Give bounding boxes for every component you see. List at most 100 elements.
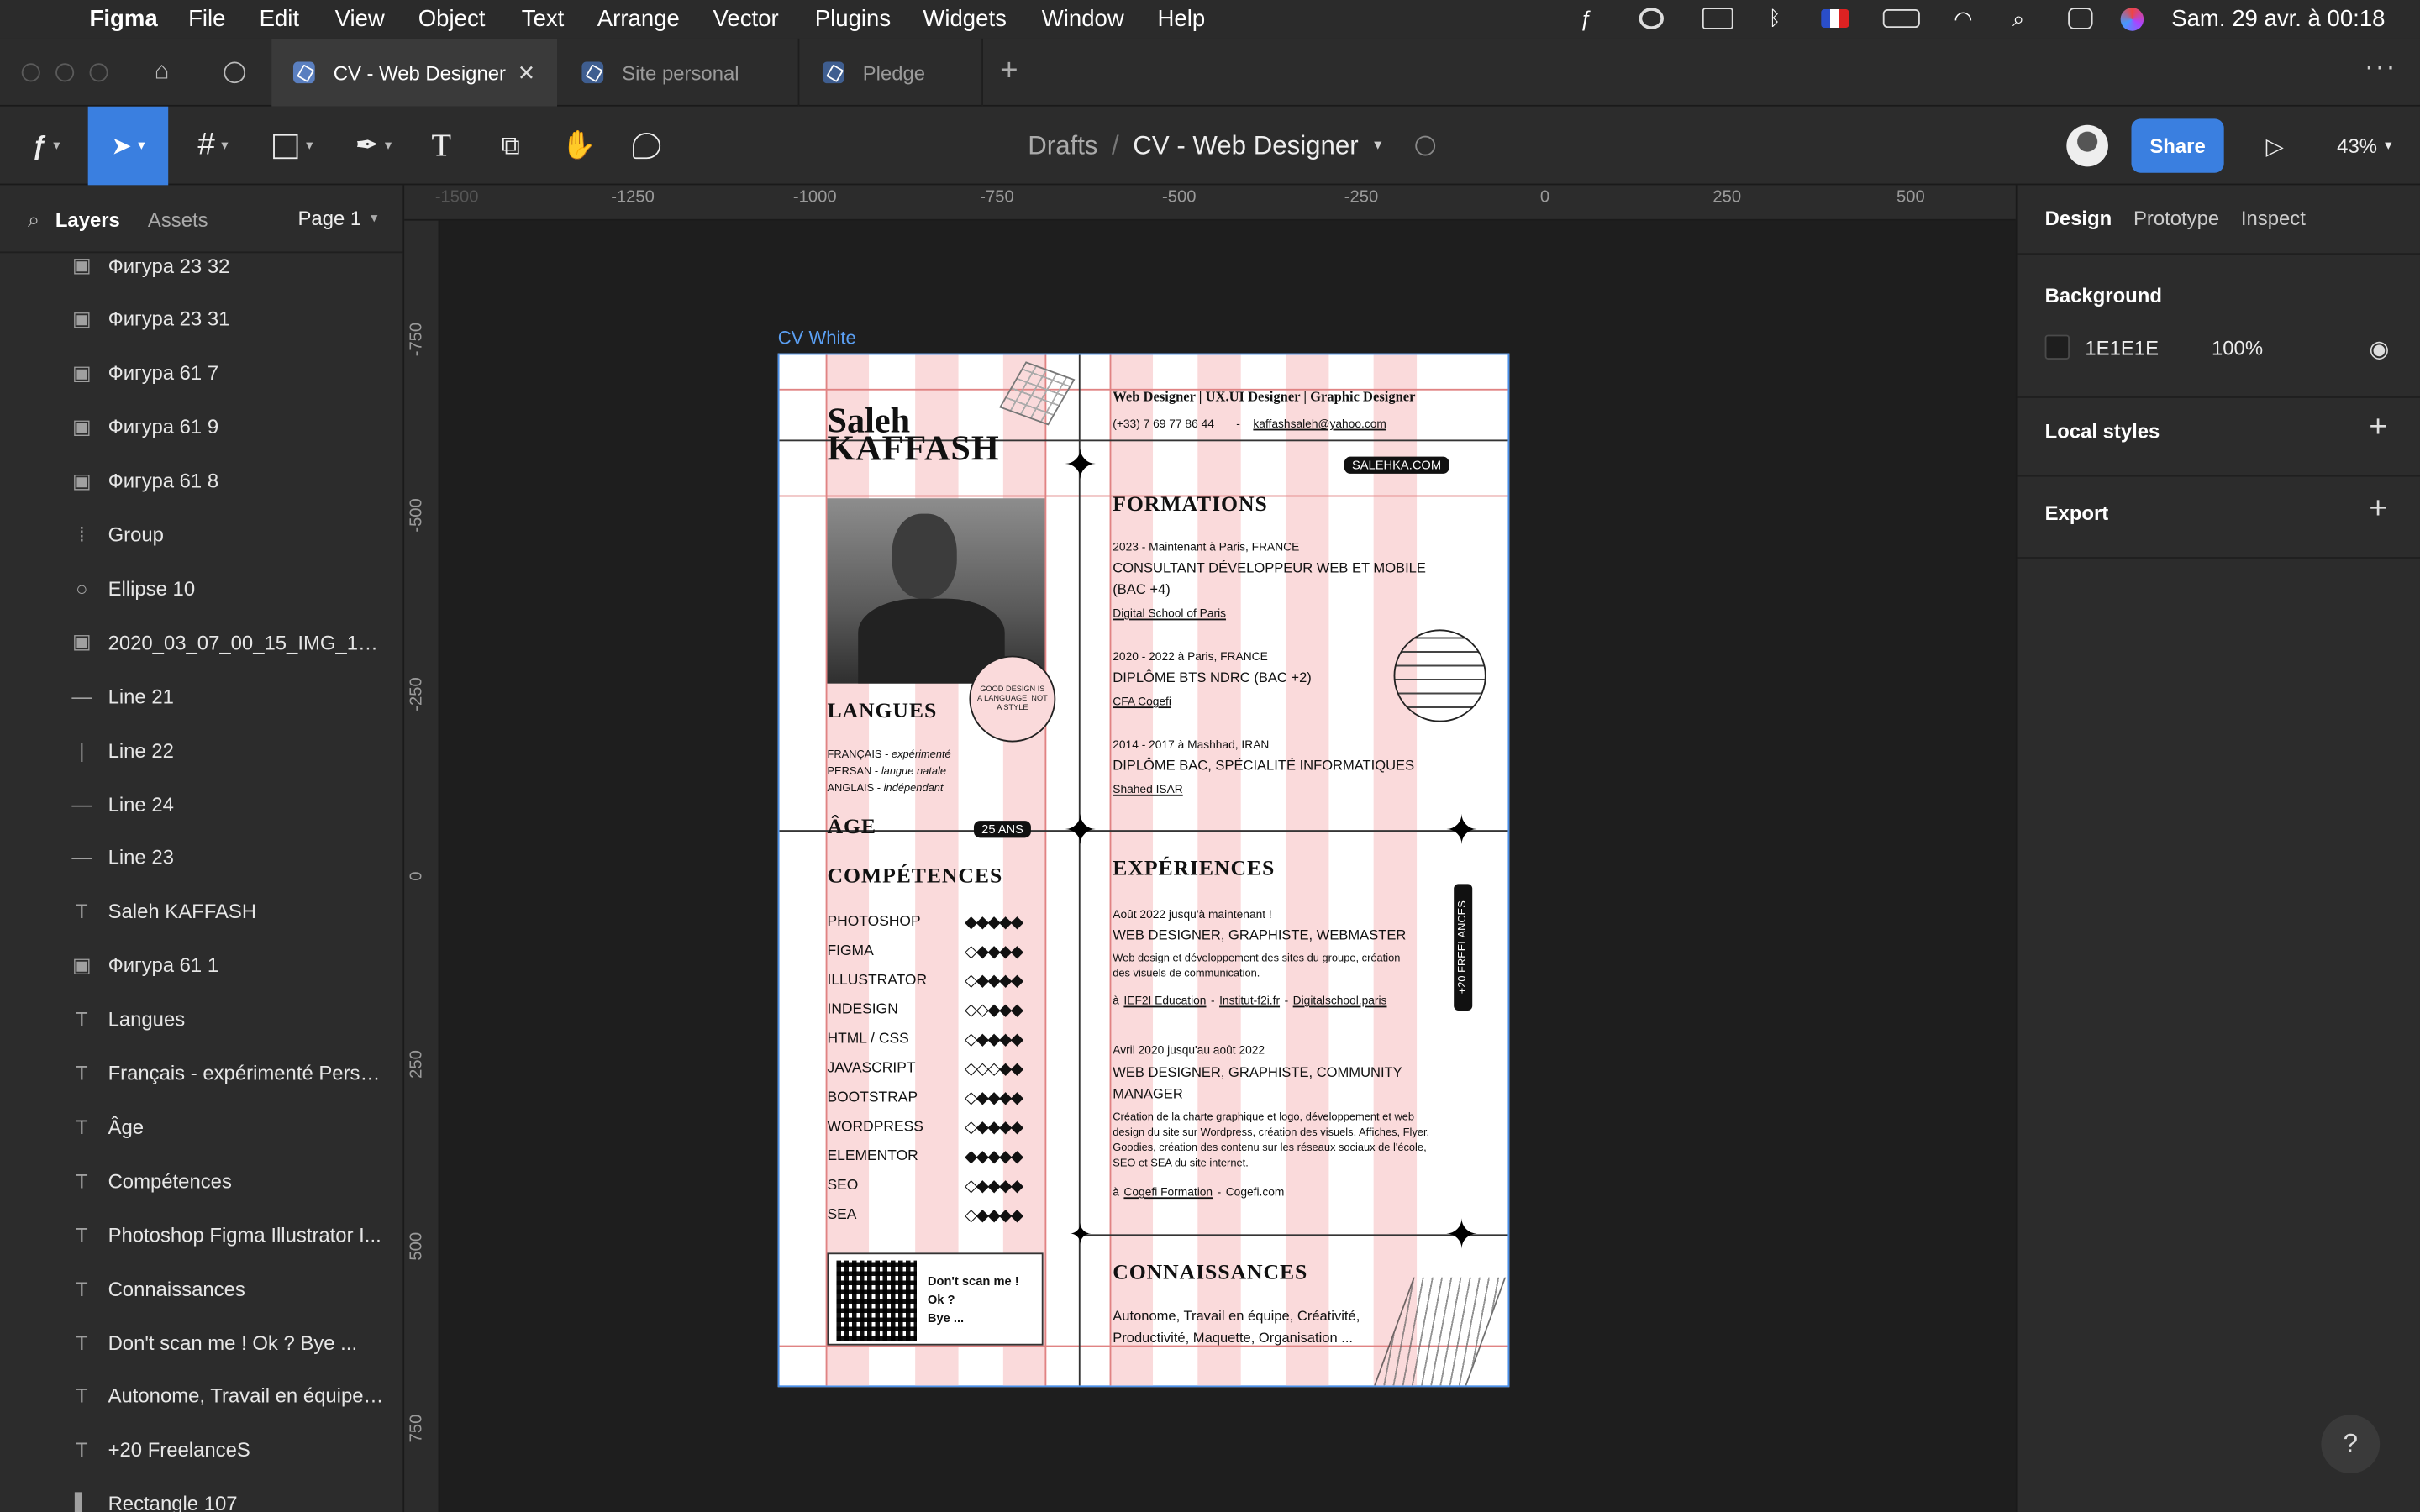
main-menu-button[interactable]: ƒ ▾ bbox=[15, 107, 76, 186]
globe-icon[interactable] bbox=[1415, 135, 1436, 156]
page-selector[interactable]: Page 1 ▾ bbox=[297, 207, 377, 230]
formation-school[interactable]: Digital School of Paris bbox=[1113, 606, 1226, 621]
layer-row[interactable]: ▌ Rectangle 107 bbox=[0, 1478, 402, 1512]
cv-frame[interactable]: ✦ ✦ ✦ ✦ ✦ Saleh KAFFASH Web Designer | U… bbox=[777, 353, 1510, 1388]
close-tab-icon[interactable]: ✕ bbox=[518, 60, 536, 86]
file-name[interactable]: CV - Web Designer bbox=[1133, 130, 1358, 161]
company-link[interactable]: Digitalschool.paris bbox=[1293, 994, 1387, 1008]
home-icon[interactable]: ⌂ bbox=[155, 59, 170, 87]
company-link[interactable]: IEF2I Education bbox=[1123, 994, 1206, 1008]
background-hex[interactable]: 1E1E1E bbox=[2085, 335, 2159, 359]
layer-row[interactable]: — Line 24 bbox=[0, 778, 402, 830]
memory-icon[interactable] bbox=[1702, 8, 1733, 29]
chevron-down-icon[interactable]: ▾ bbox=[1374, 137, 1381, 154]
menu-arrange[interactable]: Arrange bbox=[597, 6, 680, 32]
layer-row[interactable]: ○ Ellipse 10 bbox=[0, 562, 402, 614]
background-opacity[interactable]: 100% bbox=[2212, 335, 2263, 359]
battery-icon[interactable] bbox=[1882, 9, 1920, 29]
menu-plugins[interactable]: Plugins bbox=[815, 6, 891, 32]
layer-row[interactable]: ▣ Фигура 61 9 bbox=[0, 401, 402, 453]
pen-tool-button[interactable]: ✒ ▾ bbox=[339, 107, 408, 186]
community-icon[interactable] bbox=[224, 61, 246, 84]
menu-object[interactable]: Object bbox=[418, 6, 486, 32]
add-export-icon[interactable]: + bbox=[2369, 492, 2386, 528]
eye-icon[interactable]: ◉ bbox=[2369, 335, 2389, 362]
qr-code[interactable] bbox=[836, 1260, 917, 1341]
control-center-icon[interactable] bbox=[2068, 8, 2093, 29]
layer-row[interactable]: ▣ 2020_03_07_00_15_IMG_1824 1 bbox=[0, 616, 402, 668]
move-tool-button[interactable]: ➤ ▾ bbox=[87, 106, 169, 186]
wifi-icon[interactable]: ◠ bbox=[1954, 6, 1972, 32]
layer-row[interactable]: ▣ Фигура 23 31 bbox=[0, 293, 402, 345]
background-color-swatch[interactable] bbox=[2044, 334, 2070, 360]
help-button[interactable]: ? bbox=[2321, 1415, 2381, 1474]
siri-icon[interactable] bbox=[2120, 8, 2144, 31]
zoom-menu[interactable]: 43% ▾ bbox=[2330, 107, 2398, 186]
layer-row[interactable]: T Connaissances bbox=[0, 1263, 402, 1315]
more-icon[interactable]: ··· bbox=[2365, 51, 2397, 84]
layer-row[interactable]: T Don't scan me ! Ok ? Bye ... bbox=[0, 1316, 402, 1368]
tab-cv-web-designer[interactable]: CV - Web Designer ✕ bbox=[271, 38, 558, 107]
layer-row[interactable]: T Compétences bbox=[0, 1154, 402, 1206]
background-fill-row[interactable]: 1E1E1E 100% bbox=[2044, 334, 2263, 360]
layer-row[interactable]: — Line 23 bbox=[0, 832, 402, 884]
breadcrumb-drafts[interactable]: Drafts bbox=[1028, 130, 1097, 161]
share-button[interactable]: Share bbox=[2131, 118, 2224, 173]
menu-file[interactable]: File bbox=[188, 6, 225, 32]
layer-row[interactable]: ▣ Фигура 61 1 bbox=[0, 939, 402, 991]
layer-row[interactable]: ▣ Фигура 23 32 bbox=[0, 239, 402, 291]
figma-status-icon[interactable]: ƒ bbox=[1581, 6, 1592, 30]
layer-row[interactable]: ▣ Фигура 61 7 bbox=[0, 347, 402, 399]
bluetooth-icon[interactable]: ᛒ bbox=[1769, 6, 1781, 29]
add-style-icon[interactable]: + bbox=[2369, 411, 2386, 446]
search-icon[interactable]: ⌕ bbox=[28, 207, 39, 233]
layer-row[interactable]: T Âge bbox=[0, 1100, 402, 1152]
tab-inspect[interactable]: Inspect bbox=[2241, 207, 2306, 230]
frame-tool-button[interactable]: # ▾ bbox=[179, 107, 247, 186]
search-icon[interactable]: ⌕ bbox=[2012, 6, 2024, 32]
email-link[interactable]: kaffashsaleh@yahoo.com bbox=[1253, 417, 1386, 431]
window-close-control[interactable] bbox=[21, 63, 40, 82]
tab-prototype[interactable]: Prototype bbox=[2133, 207, 2219, 230]
layer-row[interactable]: T +20 FreelanceS bbox=[0, 1424, 402, 1476]
layer-row[interactable]: T Français - expérimenté Persa... bbox=[0, 1047, 402, 1099]
tab-design[interactable]: Design bbox=[2045, 207, 2112, 230]
formation-school[interactable]: Shahed ISAR bbox=[1113, 782, 1182, 796]
new-tab-icon[interactable]: + bbox=[1000, 54, 1018, 89]
menu-vector[interactable]: Vector bbox=[713, 6, 779, 32]
menu-widgets[interactable]: Widgets bbox=[923, 6, 1007, 32]
tab-pledge[interactable]: Pledge bbox=[801, 38, 983, 107]
tab-assets[interactable]: Assets bbox=[148, 208, 208, 232]
layer-row[interactable]: — Line 21 bbox=[0, 669, 402, 722]
website-pill[interactable]: SALEHKA.COM bbox=[1344, 456, 1449, 474]
frame-label[interactable]: CV White bbox=[778, 327, 856, 349]
layer-row[interactable]: T Photoshop Figma Illustrator I... bbox=[0, 1208, 402, 1260]
layer-row[interactable]: T Autonome, Travail en équipe, ... bbox=[0, 1370, 402, 1422]
menu-view[interactable]: View bbox=[335, 6, 385, 32]
company-link[interactable]: Institut-f2i.fr bbox=[1219, 994, 1280, 1008]
menu-text[interactable]: Text bbox=[522, 6, 565, 32]
avatar[interactable] bbox=[2065, 107, 2108, 186]
tab-site-personal[interactable]: Site personal bbox=[560, 38, 800, 107]
hand-tool-button[interactable]: ✋ bbox=[553, 107, 605, 186]
layer-row[interactable]: ⁞ Group bbox=[0, 508, 402, 560]
text-tool-button[interactable]: T bbox=[417, 107, 466, 186]
resources-button[interactable]: ⧉ bbox=[485, 107, 537, 186]
menu-window[interactable]: Window bbox=[1042, 6, 1124, 32]
recording-icon[interactable] bbox=[1639, 8, 1664, 29]
app-name[interactable]: Figma bbox=[90, 6, 158, 32]
tab-layers[interactable]: Layers bbox=[55, 208, 120, 232]
shape-tool-button[interactable]: ▾ bbox=[260, 107, 328, 186]
window-minimize-control[interactable] bbox=[55, 63, 75, 82]
menu-edit[interactable]: Edit bbox=[260, 6, 299, 32]
present-button[interactable]: ▷ bbox=[2256, 107, 2293, 186]
layer-row[interactable]: | Line 22 bbox=[0, 724, 402, 776]
clock[interactable]: Sam. 29 avr. à 00:18 bbox=[2171, 6, 2385, 32]
company-link[interactable]: Cogefi Formation bbox=[1123, 1185, 1213, 1200]
layer-row[interactable]: T Langues bbox=[0, 993, 402, 1045]
comment-tool-button[interactable] bbox=[620, 107, 672, 186]
window-zoom-control[interactable] bbox=[89, 63, 108, 82]
flag-fr-icon[interactable] bbox=[1821, 9, 1849, 29]
layer-row[interactable]: T Saleh KAFFASH bbox=[0, 885, 402, 937]
layer-row[interactable]: ▣ Фигура 61 8 bbox=[0, 454, 402, 507]
